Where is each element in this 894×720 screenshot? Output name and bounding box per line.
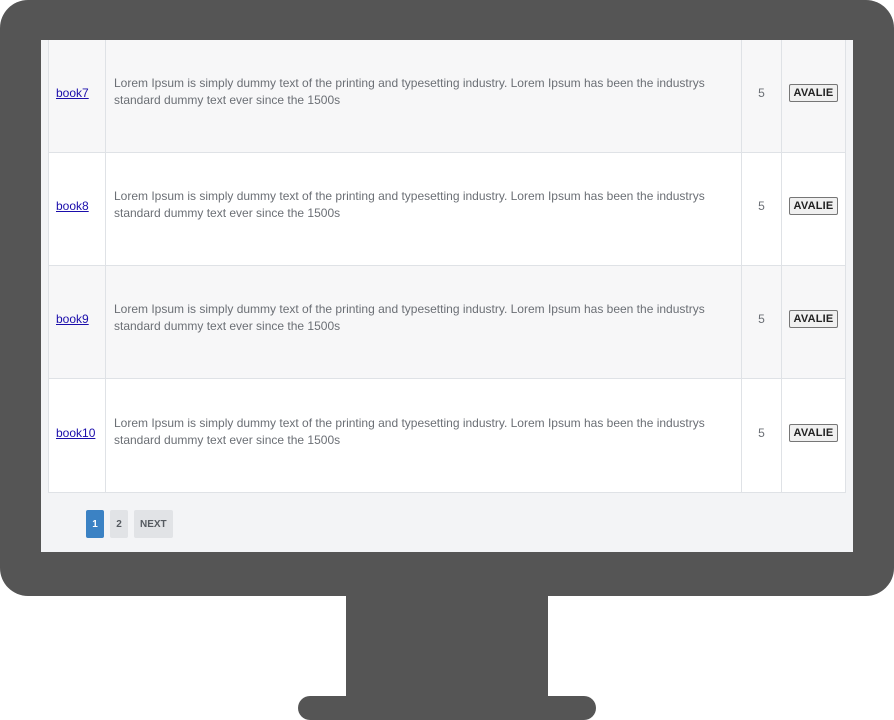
book-description: Lorem Ipsum is simply dummy text of the …	[114, 76, 705, 107]
book-score-cell: 5	[742, 153, 782, 265]
table-row: book8 Lorem Ipsum is simply dummy text o…	[49, 153, 845, 266]
book-link[interactable]: book7	[56, 86, 89, 100]
book-name-cell: book10	[49, 379, 106, 492]
page-1-button[interactable]: 1	[86, 510, 104, 538]
book-description-cell: Lorem Ipsum is simply dummy text of the …	[106, 266, 742, 378]
book-score: 5	[758, 199, 765, 213]
monitor-stand-base	[298, 696, 596, 720]
book-link[interactable]: book8	[56, 199, 89, 213]
pagination: 1 2 NEXT	[86, 510, 173, 538]
book-name-cell: book9	[49, 266, 106, 378]
book-name-cell: book8	[49, 153, 106, 265]
book-description-cell: Lorem Ipsum is simply dummy text of the …	[106, 153, 742, 265]
monitor-stand-neck	[346, 590, 548, 702]
action-cell: AVALIE	[782, 40, 845, 152]
avalie-button[interactable]: AVALIE	[788, 84, 839, 102]
books-table: book7 Lorem Ipsum is simply dummy text o…	[48, 40, 846, 493]
table-row: book10 Lorem Ipsum is simply dummy text …	[49, 379, 845, 492]
action-cell: AVALIE	[782, 379, 845, 492]
book-description-cell: Lorem Ipsum is simply dummy text of the …	[106, 40, 742, 152]
book-link[interactable]: book9	[56, 312, 89, 326]
avalie-button[interactable]: AVALIE	[788, 423, 839, 442]
book-score-cell: 5	[742, 266, 782, 378]
book-description: Lorem Ipsum is simply dummy text of the …	[114, 189, 705, 220]
book-score: 5	[758, 312, 765, 326]
avalie-button[interactable]: AVALIE	[788, 310, 839, 328]
book-name-cell: book7	[49, 40, 106, 152]
page-2-button[interactable]: 2	[110, 510, 128, 538]
screen: book7 Lorem Ipsum is simply dummy text o…	[41, 40, 853, 552]
book-link[interactable]: book10	[56, 426, 95, 440]
next-page-button[interactable]: NEXT	[134, 510, 173, 538]
avalie-button[interactable]: AVALIE	[788, 197, 839, 215]
table-row: book7 Lorem Ipsum is simply dummy text o…	[49, 40, 845, 153]
action-cell: AVALIE	[782, 266, 845, 378]
book-score: 5	[758, 425, 765, 440]
book-score-cell: 5	[742, 379, 782, 492]
book-description: Lorem Ipsum is simply dummy text of the …	[114, 302, 705, 333]
book-description-cell: Lorem Ipsum is simply dummy text of the …	[106, 379, 742, 492]
table-row: book9 Lorem Ipsum is simply dummy text o…	[49, 266, 845, 379]
book-score-cell: 5	[742, 40, 782, 152]
book-description: Lorem Ipsum is simply dummy text of the …	[114, 415, 705, 447]
book-score: 5	[758, 86, 765, 100]
action-cell: AVALIE	[782, 153, 845, 265]
